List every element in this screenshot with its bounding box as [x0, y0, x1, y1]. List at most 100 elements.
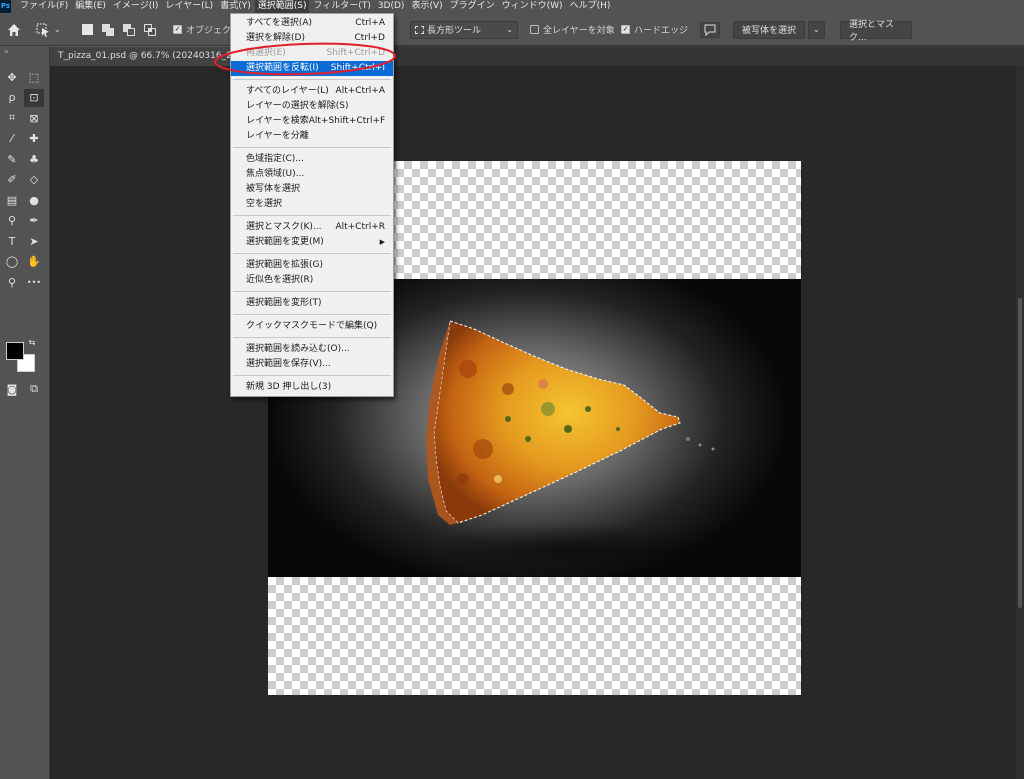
mode-select[interactable]: 長方形ツール ⌄	[410, 13, 518, 46]
new-selection-icon[interactable]	[82, 24, 93, 35]
menu-option-shortcut: Shift+Ctrl+I	[330, 63, 385, 73]
menu-option-label: すべてを選択(A)	[246, 18, 313, 28]
checkbox-icon[interactable]: ✓	[173, 25, 182, 34]
menu-separator	[233, 215, 391, 216]
menu-item-11[interactable]: ヘルプ(H)	[567, 0, 614, 13]
add-to-selection-icon[interactable]	[102, 23, 114, 36]
zoom-tool-icon[interactable]: ⚲	[2, 273, 22, 291]
menu-option-label: 色域指定(C)...	[246, 154, 304, 164]
menu-bar: Ps ファイル(F) 編集(E) イメージ(I) レイヤー(L) 書式(Y) 選択範囲(S…	[0, 0, 1024, 13]
menu-option[interactable]: 焦点領域(U)...	[231, 167, 393, 182]
menu-option[interactable]: レイヤーを分離	[231, 129, 393, 144]
menu-separator	[233, 253, 391, 254]
pen-tool-icon[interactable]: ✒	[24, 212, 44, 230]
tools-panel: « ✥⬚ρ⊡⌗⊠⁄✚✎♣✐◇▤●⚲✒T➤◯✋⚲•••⇆◘◙⧉	[0, 46, 50, 779]
menu-option-label: 選択範囲を変形(T)	[246, 298, 322, 308]
menu-option[interactable]: レイヤーを検索 Alt+Shift+Ctrl+F	[231, 114, 393, 129]
select-subject-button[interactable]: 被写体を選択	[733, 13, 805, 46]
vertical-scrollbar[interactable]	[1016, 66, 1024, 779]
intersect-selection-icon[interactable]	[144, 23, 156, 36]
object-select-tool-icon[interactable]: ⊡	[24, 88, 44, 107]
gradient-tool-icon[interactable]: ▤	[2, 191, 22, 209]
history-brush-icon[interactable]: ✐	[2, 171, 22, 189]
menu-option[interactable]: 色域指定(C)...	[231, 152, 393, 167]
lasso-tool-icon[interactable]: ρ	[2, 89, 22, 107]
home-button[interactable]	[7, 13, 21, 46]
checkbox-icon[interactable]	[530, 25, 539, 34]
menu-option[interactable]: 選択範囲を拡張(G)	[231, 258, 393, 273]
menu-option[interactable]: すべてを選択(A) Ctrl+A	[231, 16, 393, 31]
menu-item-3[interactable]: レイヤー(L)	[162, 0, 216, 13]
menu-option[interactable]: 近似色を選択(R)	[231, 273, 393, 288]
path-select-icon[interactable]: ➤	[24, 232, 44, 250]
menu-item-0[interactable]: ファイル(F)	[17, 0, 71, 13]
ellipse-tool-icon[interactable]: ◯	[2, 253, 22, 271]
panel-collapse-icon[interactable]: «	[0, 46, 50, 58]
select-and-mask-button[interactable]: 選択とマスク...	[840, 13, 912, 46]
menu-option[interactable]: レイヤーの選択を解除(S)	[231, 99, 393, 114]
menu-option[interactable]: クイックマスクモードで編集(Q)	[231, 319, 393, 334]
menu-option-label: 新規 3D 押し出し(3)	[246, 382, 332, 392]
more-tools-icon[interactable]: •••	[24, 273, 44, 291]
menu-item-8[interactable]: 表示(V)	[408, 0, 445, 13]
brush-tool-icon[interactable]: ✎	[2, 150, 22, 168]
menu-option-label: 空を選択	[246, 199, 283, 209]
hand-tool-icon[interactable]: ✋	[24, 253, 44, 271]
menu-option[interactable]: 選択範囲を保存(V)...	[231, 357, 393, 372]
select-subject-label: 被写体を選択	[733, 20, 805, 39]
screen-mode-icon[interactable]: ⧉	[24, 380, 44, 398]
menu-option-shortcut: Ctrl+D	[354, 33, 386, 43]
clone-stamp-icon[interactable]: ♣	[24, 150, 44, 168]
marquee-tool-icon[interactable]: ⬚	[24, 68, 44, 86]
feedback-button[interactable]	[700, 13, 720, 46]
subtract-from-selection-icon[interactable]	[123, 23, 135, 36]
menu-item-5[interactable]: 選択範囲(S)	[254, 0, 310, 13]
menu-option[interactable]: 選択範囲を変形(T)	[231, 296, 393, 311]
menu-item-2[interactable]: イメージ(I)	[110, 0, 162, 13]
sample-all-layers-option[interactable]: 全レイヤーを対象	[530, 13, 615, 46]
menu-item-7[interactable]: 3D(D)	[375, 0, 408, 13]
photoshop-logo[interactable]: Ps	[0, 0, 11, 13]
menu-item-1[interactable]: 編集(E)	[72, 0, 109, 13]
blur-tool-icon[interactable]: ●	[24, 191, 44, 209]
menu-option-label: 焦点領域(U)...	[246, 169, 305, 179]
menu-option[interactable]: 選択範囲を読み込む(O)...	[231, 342, 393, 357]
swap-colors-icon[interactable]: ⇆	[26, 336, 38, 348]
eyedropper-tool-icon[interactable]: ⁄	[2, 130, 22, 148]
menu-option-label: 選択範囲を反転(I)	[246, 63, 319, 73]
chevron-down-icon: ⌄	[808, 20, 825, 39]
select-subject-dropdown[interactable]: ⌄	[808, 13, 825, 46]
menu-item-10[interactable]: ウィンドウ(W)	[499, 0, 566, 13]
selection-mode-buttons	[82, 13, 156, 46]
crop-tool-icon[interactable]: ⌗	[2, 109, 22, 127]
tool-preset-picker[interactable]: ⌄	[36, 13, 66, 46]
menu-option[interactable]: 選択範囲を反転(I) Shift+Ctrl+I	[231, 61, 393, 76]
options-bar: ⌄ ✓ オブジェクト 長方形ツール ⌄ 全レイヤーを対象 ✓ ハードエッジ 被写…	[0, 13, 1024, 46]
menu-option[interactable]: 選択を解除(D) Ctrl+D	[231, 31, 393, 46]
menu-item-4[interactable]: 書式(Y)	[217, 0, 254, 13]
menu-option-label: すべてのレイヤー(L)	[246, 86, 329, 96]
menu-option[interactable]: 選択とマスク(K)... Alt+Ctrl+R	[231, 220, 393, 235]
move-tool-icon[interactable]: ✥	[2, 68, 22, 86]
frame-tool-icon[interactable]: ⊠	[24, 109, 44, 127]
dodge-tool-icon[interactable]: ⚲	[2, 212, 22, 230]
menu-option[interactable]: 新規 3D 押し出し(3)	[231, 380, 393, 395]
menu-item-6[interactable]: フィルター(T)	[310, 0, 373, 13]
chevron-down-icon: ⌄	[506, 25, 513, 34]
menu-option-label: 近似色を選択(R)	[246, 275, 314, 285]
menu-option[interactable]: すべてのレイヤー(L) Alt+Ctrl+A	[231, 84, 393, 99]
hard-edge-option[interactable]: ✓ ハードエッジ	[621, 13, 688, 46]
menu-option-label: 選択とマスク(K)...	[246, 222, 322, 232]
quick-mask-icon[interactable]: ◙	[2, 380, 22, 398]
foreground-color-swatch[interactable]	[6, 342, 24, 360]
healing-brush-icon[interactable]: ✚	[24, 130, 44, 148]
menu-option-shortcut: Shift+Ctrl+D	[326, 48, 385, 58]
eraser-tool-icon[interactable]: ◇	[24, 171, 44, 189]
menu-option[interactable]: 被写体を選択	[231, 182, 393, 197]
menu-option[interactable]: 空を選択	[231, 197, 393, 212]
type-tool-icon[interactable]: T	[2, 232, 22, 250]
menu-item-9[interactable]: プラグイン	[447, 0, 498, 13]
menu-separator	[233, 337, 391, 338]
checkbox-icon[interactable]: ✓	[621, 25, 630, 34]
menu-option[interactable]: 選択範囲を変更(M) ▶	[231, 235, 393, 250]
